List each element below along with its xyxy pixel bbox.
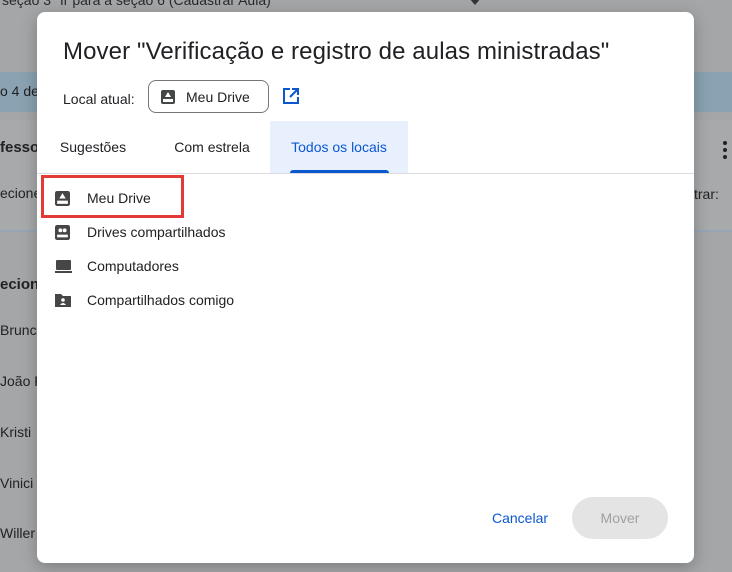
- background-header: seção 3 "Ir para a seção 6 (Cadastrar Au…: [0, 0, 732, 12]
- tab-suggestions[interactable]: Sugestões: [51, 121, 135, 173]
- tab-all-locations[interactable]: Todos os locais: [270, 121, 408, 173]
- open-in-new-icon[interactable]: [281, 86, 301, 106]
- move-dialog: Mover "Verificação e registro de aulas m…: [37, 12, 694, 563]
- list-item-computers[interactable]: Computadores: [51, 254, 351, 280]
- background-name: Vinici: [0, 475, 34, 491]
- list-item-label: Computadores: [87, 258, 179, 274]
- shared-drives-icon: [55, 225, 70, 245]
- active-tab-indicator: [290, 170, 389, 173]
- background-card-sub-right: trar:: [694, 186, 719, 202]
- list-item-label: Drives compartilhados: [87, 224, 226, 240]
- more-options-icon: [723, 141, 727, 159]
- highlight-box: [41, 175, 184, 218]
- chevron-down-icon: [469, 0, 481, 5]
- drive-icon: [161, 90, 175, 109]
- background-card-sub-left: ecione: [0, 185, 42, 201]
- background-name: Brunc: [0, 322, 37, 338]
- list-item-label: Compartilhados comigo: [87, 292, 235, 308]
- cancel-button[interactable]: Cancelar: [480, 497, 560, 539]
- current-location-chip[interactable]: Meu Drive: [148, 80, 269, 113]
- tab-starred[interactable]: Com estrela: [159, 121, 265, 173]
- background-band-text: o 4 de: [0, 83, 39, 99]
- current-location-value: Meu Drive: [186, 89, 250, 105]
- background-card-heading: fesso: [0, 139, 40, 156]
- background-section-text: seção 3 "Ir para a seção 6 (Cadastrar Au…: [2, 0, 276, 8]
- background-section-heading: ecion: [0, 276, 40, 293]
- dialog-title: Mover "Verificação e registro de aulas m…: [63, 38, 610, 65]
- background-name: Willer: [0, 525, 35, 541]
- shared-folder-icon: [55, 293, 71, 312]
- current-location-label: Local atual:: [63, 91, 135, 107]
- list-item-shared-drives[interactable]: Drives compartilhados: [51, 220, 351, 246]
- background-name: Kristi: [0, 424, 32, 440]
- tab-bar: Sugestões Com estrela Todos os locais: [37, 121, 694, 174]
- computer-icon: [55, 259, 72, 279]
- list-item-shared-with-me[interactable]: Compartilhados comigo: [51, 288, 351, 314]
- move-button[interactable]: Mover: [572, 497, 668, 539]
